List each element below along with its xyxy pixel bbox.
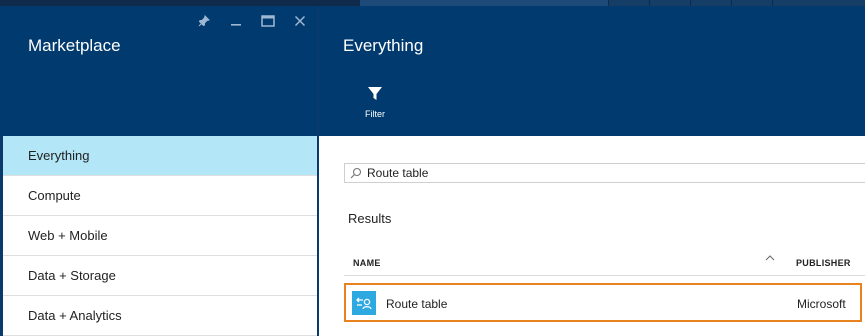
category-item-compute[interactable]: Compute [3, 176, 317, 216]
everything-header: Everything Filter [319, 6, 865, 136]
filter-label: Filter [365, 109, 385, 119]
category-label: Compute [28, 188, 81, 203]
window-controls [195, 12, 309, 30]
category-label: Data + Analytics [28, 308, 122, 323]
category-label: Everything [28, 148, 90, 163]
category-item-everything[interactable]: Everything [3, 136, 317, 176]
category-item-web-mobile[interactable]: Web + Mobile [3, 216, 317, 256]
category-item-data-storage[interactable]: Data + Storage [3, 256, 317, 296]
minimize-icon[interactable] [227, 12, 245, 30]
marketplace-blade: Marketplace Everything Compute Web + Mob… [0, 6, 317, 336]
sort-ascending-icon[interactable] [764, 252, 776, 264]
filter-icon [368, 87, 382, 100]
column-header-publisher[interactable]: PUBLISHER [796, 258, 851, 268]
search-icon [345, 167, 367, 179]
everything-title: Everything [343, 36, 424, 55]
results-title: Results [348, 211, 392, 226]
category-item-data-analytics[interactable]: Data + Analytics [3, 296, 317, 336]
category-label: Data + Storage [28, 268, 116, 283]
resource-publisher: Microsoft [797, 297, 846, 311]
pin-icon[interactable] [195, 12, 213, 30]
column-header-name[interactable]: NAME [353, 258, 381, 268]
marketplace-title: Marketplace [28, 36, 121, 55]
category-list: Everything Compute Web + Mobile Data + S… [0, 136, 317, 336]
filter-button[interactable]: Filter [355, 86, 395, 119]
category-label: Web + Mobile [28, 228, 108, 243]
maximize-icon[interactable] [259, 12, 277, 30]
everything-content: Results NAME PUBLISHER Route table Micro… [319, 136, 865, 336]
everything-blade: Everything Filter Results NAME PUBLISHER [319, 6, 865, 336]
resource-name: Route table [386, 297, 448, 311]
marketplace-header: Marketplace [0, 6, 317, 136]
route-table-icon [352, 291, 376, 315]
close-icon[interactable] [291, 12, 309, 30]
search-box[interactable] [344, 163, 865, 183]
search-input[interactable] [367, 166, 865, 180]
header-divider [344, 275, 865, 276]
table-row[interactable]: Route table Microsoft [344, 283, 862, 322]
